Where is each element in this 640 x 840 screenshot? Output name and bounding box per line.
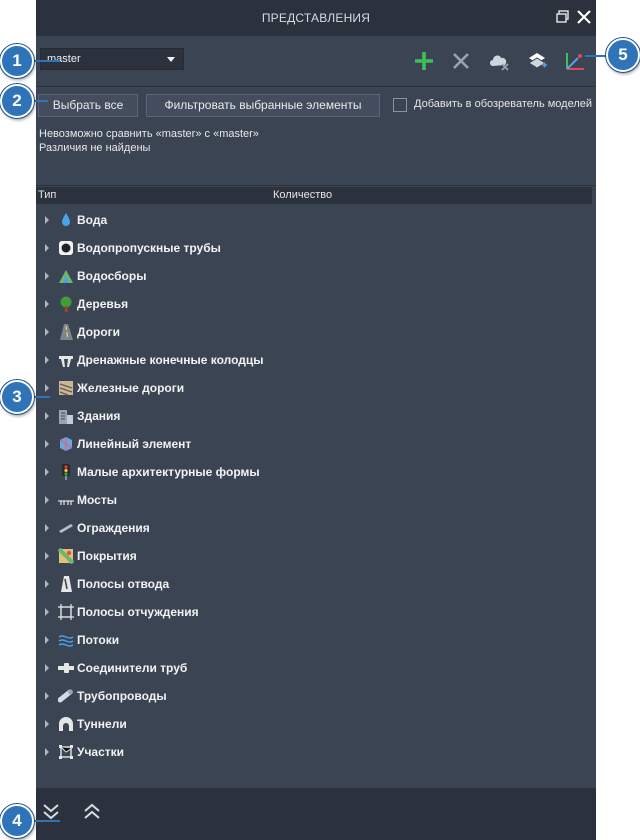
tunnel-icon xyxy=(59,717,73,731)
tree-item-bridges[interactable]: Мосты xyxy=(36,486,592,514)
tree-item-coverages[interactable]: Покрытия xyxy=(36,542,592,570)
filter-selected-button[interactable]: Фильтровать выбранные элементы xyxy=(146,94,380,117)
delete-icon[interactable] xyxy=(449,49,473,73)
tree-icon xyxy=(60,296,72,312)
views-panel: ПРЕДСТАВЛЕНИЯ master Выбрать все Фильтро… xyxy=(36,0,596,840)
parcel-icon xyxy=(59,745,73,759)
right-of-way-icon xyxy=(61,576,72,592)
expand-arrow-icon[interactable] xyxy=(45,216,49,224)
select-all-button[interactable]: Выбрать все xyxy=(38,94,138,117)
tree-item-barriers[interactable]: Ограждения xyxy=(36,514,592,542)
tree-item-right-of-way[interactable]: Полосы отвода xyxy=(36,570,592,598)
expand-arrow-icon[interactable] xyxy=(45,272,49,280)
restore-icon[interactable] xyxy=(554,8,572,26)
tree-item-trees[interactable]: Деревья xyxy=(36,290,592,318)
easement-icon xyxy=(58,604,74,620)
close-icon[interactable] xyxy=(575,8,593,26)
culvert-icon xyxy=(59,241,73,255)
tree-item-easements[interactable]: Полосы отчуждения xyxy=(36,598,592,626)
add-to-browser-label: Добавить в обозреватель моделей xyxy=(414,98,593,110)
panel-title: ПРЕДСТАВЛЕНИЯ xyxy=(261,11,371,25)
linear-element-icon xyxy=(59,437,73,451)
tree-item-streams[interactable]: Потоки xyxy=(36,626,592,654)
column-type[interactable]: Тип xyxy=(38,189,56,201)
coverage-icon xyxy=(58,548,74,564)
tree-item-culverts[interactable]: Водопропускные трубы xyxy=(36,234,592,262)
expand-arrow-icon[interactable] xyxy=(45,440,49,448)
tree-item-linear-element[interactable]: Линейный элемент xyxy=(36,430,592,458)
tree-item-pipelines[interactable]: Трубопроводы xyxy=(36,682,592,710)
building-icon xyxy=(59,410,73,424)
tree-item-tunnels[interactable]: Туннели xyxy=(36,710,592,738)
cloud-icon[interactable] xyxy=(487,49,511,73)
tree-item-water[interactable]: Вода xyxy=(36,206,592,234)
expand-arrow-icon[interactable] xyxy=(45,384,49,392)
expand-arrow-icon[interactable] xyxy=(45,412,49,420)
tree-item-street-furniture[interactable]: Малые архитектурные формы xyxy=(36,458,592,486)
toolbar-divider xyxy=(36,86,596,87)
expand-arrow-icon[interactable] xyxy=(45,608,49,616)
tree-item-railways[interactable]: Железные дороги xyxy=(36,374,592,402)
tree-item-pipe-connectors[interactable]: Соединители труб xyxy=(36,654,592,682)
branch-select[interactable]: master xyxy=(40,48,184,70)
expand-arrow-icon[interactable] xyxy=(45,356,49,364)
callout-badge-3: 3 xyxy=(0,380,34,414)
barrier-icon xyxy=(59,524,73,533)
expand-arrow-icon[interactable] xyxy=(45,580,49,588)
stream-icon xyxy=(58,635,74,647)
expand-arrow-icon[interactable] xyxy=(45,748,49,756)
add-to-browser-checkbox[interactable] xyxy=(393,98,407,112)
bridge-icon xyxy=(58,500,74,505)
expand-arrow-icon[interactable] xyxy=(45,692,49,700)
no-diff-message: Различия не найдены xyxy=(39,142,151,154)
road-icon xyxy=(60,324,73,340)
callout-badge-1: 1 xyxy=(0,44,34,78)
expand-arrow-icon[interactable] xyxy=(45,496,49,504)
expand-arrow-icon[interactable] xyxy=(45,300,49,308)
tree-item-roads[interactable]: Дороги xyxy=(36,318,592,346)
column-count[interactable]: Количество xyxy=(273,189,332,201)
compare-message: Невозможно сравнить «master» с «master» xyxy=(39,128,259,140)
add-icon[interactable] xyxy=(412,49,436,73)
layers-icon[interactable] xyxy=(525,49,549,73)
toolbar: master xyxy=(36,36,596,86)
drain-icon xyxy=(59,356,73,367)
expand-arrow-icon[interactable] xyxy=(45,524,49,532)
expand-arrow-icon[interactable] xyxy=(45,328,49,336)
collapse-all-icon[interactable] xyxy=(81,800,103,822)
callout-badge-4: 4 xyxy=(0,804,34,838)
traffic-light-icon xyxy=(62,464,70,480)
callout-badge-5: 5 xyxy=(606,38,640,72)
chevron-down-icon xyxy=(167,57,175,62)
expand-arrow-icon[interactable] xyxy=(45,244,49,252)
tree-item-catchments[interactable]: Водосборы xyxy=(36,262,592,290)
expand-arrow-icon[interactable] xyxy=(45,720,49,728)
expand-arrow-icon[interactable] xyxy=(45,664,49,672)
tree-item-buildings[interactable]: Здания xyxy=(36,402,592,430)
water-icon xyxy=(62,213,70,226)
tree-item-drains[interactable]: Дренажные конечные колодцы xyxy=(36,346,592,374)
footer-bar xyxy=(36,788,596,840)
expand-all-icon[interactable] xyxy=(40,800,62,822)
branch-select-value: master xyxy=(47,53,81,65)
pipeline-icon xyxy=(58,689,73,703)
results-divider xyxy=(36,185,596,186)
callout-badge-2: 2 xyxy=(0,84,34,118)
tree-item-parcels[interactable]: Участки xyxy=(36,738,592,766)
expand-arrow-icon[interactable] xyxy=(45,552,49,560)
axes-icon[interactable] xyxy=(563,49,587,73)
expand-arrow-icon[interactable] xyxy=(45,636,49,644)
railway-icon xyxy=(59,381,73,396)
title-bar: ПРЕДСТАВЛЕНИЯ xyxy=(36,0,596,36)
catchment-icon xyxy=(59,270,73,283)
expand-arrow-icon[interactable] xyxy=(45,468,49,476)
column-header: Тип Количество xyxy=(36,187,592,204)
pipe-connector-icon xyxy=(58,663,74,673)
